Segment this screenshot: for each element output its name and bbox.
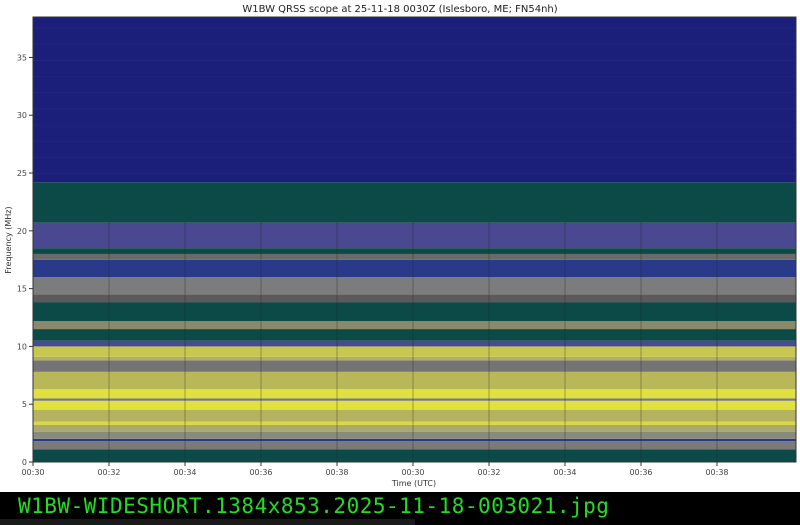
frequency-band [33, 438, 796, 442]
noise-stripe [33, 92, 796, 94]
chart-title: W1BW QRSS scope at 25-11-18 0030Z (Isles… [242, 4, 557, 15]
x-tick-label: 00:36 [249, 468, 272, 477]
frequency-band [33, 400, 796, 410]
frequency-band [33, 356, 796, 361]
frequency-band [33, 222, 796, 249]
frequency-band [33, 182, 796, 223]
noise-stripe [33, 75, 796, 77]
frequency-band [33, 431, 796, 439]
noise-stripe [33, 59, 796, 61]
filename-bar: W1BW-WIDESHORT.1384x853.2025-11-18-00302… [0, 492, 800, 525]
y-axis-label: Frequency (MHz) [4, 206, 13, 273]
frequency-band [33, 441, 796, 450]
x-tick-label: 00:30 [21, 468, 44, 477]
frequency-band [33, 425, 796, 432]
x-axis-label: Time (UTC) [391, 479, 436, 488]
frequency-band [33, 409, 796, 422]
frequency-band [33, 277, 796, 295]
x-tick-label: 00:34 [553, 468, 576, 477]
y-tick-label: 20 [17, 227, 27, 236]
y-axis: 0 5 10 15 20 25 30 35 [17, 53, 33, 467]
noise-stripe [33, 173, 796, 175]
y-tick-label: 30 [17, 111, 27, 120]
noise-stripe [33, 43, 796, 45]
x-tick-label: 00:34 [173, 468, 196, 477]
frequency-band [33, 320, 796, 330]
frequency-band [33, 253, 796, 260]
frequency-band [33, 302, 796, 321]
y-tick-label: 0 [22, 458, 27, 467]
y-tick-label: 5 [22, 400, 27, 409]
frequency-band [33, 360, 796, 372]
filename-text: W1BW-WIDESHORT.1384x853.2025-11-18-00302… [18, 494, 610, 518]
frequency-band [33, 329, 796, 341]
noise-stripe [33, 27, 796, 29]
heatmap-bands [33, 17, 796, 462]
x-tick-label: 00:30 [401, 468, 424, 477]
noise-stripe [33, 156, 796, 158]
frequency-band [33, 398, 796, 401]
x-tick-label: 00:32 [97, 468, 120, 477]
y-tick-label: 25 [17, 169, 27, 178]
noise-stripe [33, 108, 796, 110]
x-tick-label: 00:36 [629, 468, 652, 477]
y-tick-label: 10 [17, 342, 27, 351]
noise-stripe [33, 140, 796, 142]
footer-strip [0, 519, 415, 525]
y-tick-label: 35 [17, 53, 27, 62]
frequency-band [33, 259, 796, 278]
y-tick-label: 15 [17, 285, 27, 294]
frequency-band [33, 421, 796, 426]
frequency-band [33, 449, 796, 462]
spectrogram-chart: W1BW QRSS scope at 25-11-18 0030Z (Isles… [4, 4, 797, 488]
x-tick-label: 00:32 [477, 468, 500, 477]
x-tick-label: 00:38 [705, 468, 728, 477]
frequency-band [33, 346, 796, 357]
frequency-band [33, 371, 796, 390]
noise-stripe [33, 124, 796, 126]
x-axis: 00:30 00:32 00:34 00:36 00:38 00:30 00:32 00:34… [21, 462, 729, 477]
frequency-band [33, 389, 796, 399]
x-tick-label: 00:38 [325, 468, 348, 477]
frequency-band [33, 340, 796, 347]
frequency-band [33, 294, 796, 303]
frequency-band [33, 248, 796, 254]
